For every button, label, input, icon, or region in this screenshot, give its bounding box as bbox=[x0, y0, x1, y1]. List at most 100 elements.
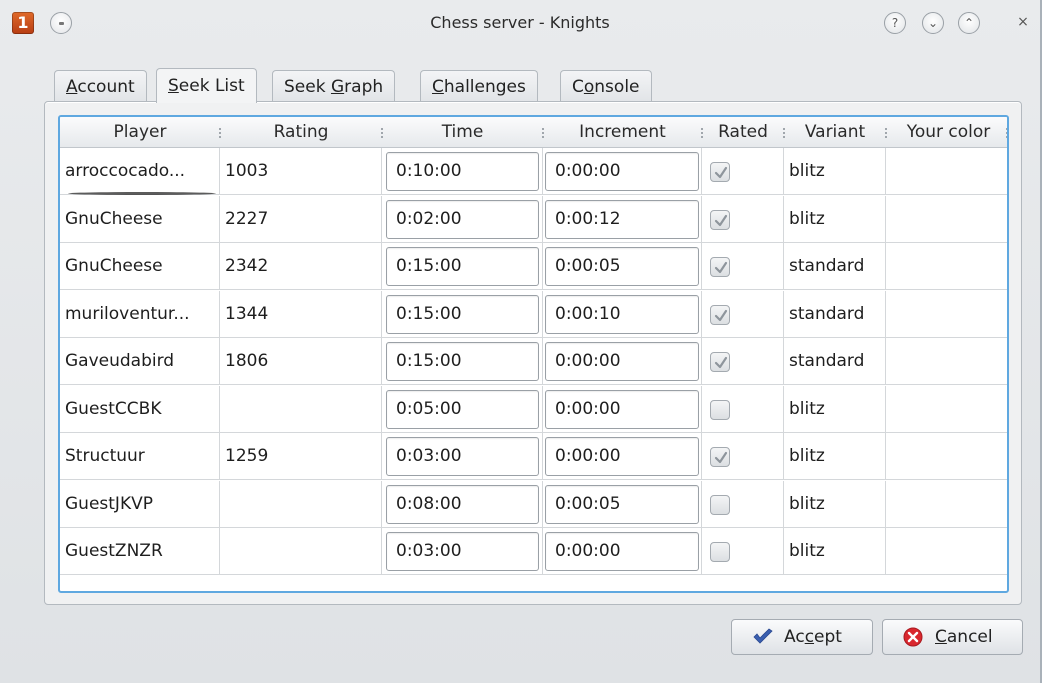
rated-cell bbox=[702, 480, 784, 528]
help-button[interactable]: ? bbox=[884, 12, 906, 34]
time-field[interactable]: 0:15:00 bbox=[386, 342, 539, 381]
maximize-button[interactable]: ⌃ bbox=[958, 12, 980, 34]
increment-field[interactable]: 0:00:00 bbox=[545, 389, 699, 429]
title-bar[interactable]: 1 Chess server - Knights ? ⌄ ⌃ × bbox=[0, 0, 1040, 46]
your-color-cell bbox=[886, 338, 1007, 385]
increment-field[interactable]: 0:00:00 bbox=[545, 152, 699, 191]
column-separator[interactable] bbox=[381, 127, 383, 139]
increment-field[interactable]: 0:00:05 bbox=[545, 484, 699, 524]
time-field[interactable]: 0:10:00 bbox=[386, 152, 539, 191]
column-header-player[interactable]: Player bbox=[60, 117, 220, 148]
rated-checkbox[interactable] bbox=[710, 447, 730, 467]
tab-challenges[interactable]: Challenges bbox=[420, 70, 538, 102]
table-row[interactable]: muriloventur... 1344 0:15:00 0:00:10 standar… bbox=[60, 290, 1007, 338]
tab-seek-list[interactable]: Seek List bbox=[156, 68, 257, 103]
table-row[interactable]: GuestZNZR 0:03:00 0:00:00 blitz bbox=[60, 528, 1007, 575]
time-field[interactable]: 0:05:00 bbox=[386, 389, 539, 429]
table-row[interactable]: GuestCCBK 0:05:00 0:00:00 blitz bbox=[60, 385, 1007, 433]
rated-checkbox[interactable] bbox=[710, 257, 730, 277]
increment-field[interactable]: 0:00:12 bbox=[545, 199, 699, 239]
minimize-button[interactable]: ⌄ bbox=[922, 12, 944, 34]
column-header-variant[interactable]: Variant bbox=[784, 117, 886, 148]
column-separator[interactable] bbox=[701, 127, 703, 139]
tab-seek-graph[interactable]: Seek Graph bbox=[272, 70, 396, 102]
table-row[interactable]: GuestJKVP 0:08:00 0:00:05 blitz bbox=[60, 480, 1007, 528]
increment-cell: 0:00:12 bbox=[543, 195, 702, 243]
table-row[interactable]: Structuur 1259 0:03:00 0:00:00 blitz bbox=[60, 433, 1007, 480]
rated-checkbox[interactable] bbox=[710, 542, 730, 562]
rated-checkbox[interactable] bbox=[710, 209, 730, 230]
time-cell: 0:08:00 bbox=[382, 480, 543, 528]
time-field[interactable]: 0:03:00 bbox=[386, 532, 539, 571]
increment-cell: 0:00:00 bbox=[543, 148, 702, 195]
increment-field[interactable]: 0:00:00 bbox=[545, 532, 699, 571]
rated-cell bbox=[702, 338, 784, 385]
time-cell: 0:15:00 bbox=[382, 338, 543, 385]
tab-account[interactable]: Account bbox=[54, 70, 147, 102]
seek-table[interactable]: Player Rating Time Increment Rated Variant You… bbox=[58, 115, 1009, 593]
increment-field[interactable]: 0:00:00 bbox=[545, 342, 699, 381]
time-cell: 0:02:00 bbox=[382, 195, 543, 243]
rated-cell bbox=[702, 385, 784, 433]
help-icon: ? bbox=[891, 16, 899, 30]
dialog-window: 1 Chess server - Knights ? ⌄ ⌃ × Account… bbox=[0, 0, 1042, 683]
rated-checkbox[interactable] bbox=[710, 304, 730, 325]
time-cell: 0:15:00 bbox=[382, 290, 543, 338]
column-header-rated[interactable]: Rated bbox=[702, 117, 784, 148]
your-color-cell bbox=[886, 433, 1007, 480]
table-row[interactable]: arroccocado... 1003 0:10:00 0:00:00 blitz bbox=[60, 148, 1007, 195]
time-field[interactable]: 0:15:00 bbox=[386, 247, 539, 286]
increment-field[interactable]: 0:00:10 bbox=[545, 294, 699, 334]
column-separator[interactable] bbox=[885, 127, 887, 139]
column-header-increment[interactable]: Increment bbox=[543, 117, 702, 148]
table-row[interactable]: GnuCheese 2227 0:02:00 0:00:12 blitz bbox=[60, 195, 1007, 243]
time-field[interactable]: 0:03:00 bbox=[386, 437, 539, 476]
player-cell: GuestZNZR bbox=[60, 528, 220, 575]
increment-cell: 0:00:00 bbox=[543, 385, 702, 433]
rating-cell bbox=[220, 480, 382, 528]
variant-cell: standard bbox=[784, 290, 886, 338]
increment-field[interactable]: 0:00:00 bbox=[545, 437, 699, 476]
player-cell: GuestJKVP bbox=[60, 480, 220, 528]
increment-cell: 0:00:05 bbox=[543, 480, 702, 528]
rated-cell bbox=[702, 243, 784, 290]
column-separator[interactable] bbox=[783, 127, 785, 139]
column-separator[interactable] bbox=[1006, 127, 1007, 139]
time-field[interactable]: 0:08:00 bbox=[386, 484, 539, 524]
rating-cell: 1344 bbox=[220, 290, 382, 338]
table-row[interactable]: Gaveudabird 1806 0:15:00 0:00:00 standard bbox=[60, 338, 1007, 385]
checkmark-icon bbox=[714, 261, 728, 274]
checkmark-icon bbox=[714, 356, 728, 369]
rating-cell: 1806 bbox=[220, 338, 382, 385]
column-header-rating[interactable]: Rating bbox=[220, 117, 382, 148]
rated-checkbox[interactable] bbox=[710, 399, 730, 420]
column-header-your-color[interactable]: Your color bbox=[886, 117, 1007, 148]
table-header: Player Rating Time Increment Rated Variant You… bbox=[60, 117, 1007, 148]
variant-cell: blitz bbox=[784, 480, 886, 528]
time-field[interactable]: 0:02:00 bbox=[386, 199, 539, 239]
rating-cell: 2227 bbox=[220, 195, 382, 243]
accept-button[interactable]: Accept bbox=[731, 619, 873, 655]
rated-checkbox[interactable] bbox=[710, 162, 730, 182]
cancel-button[interactable]: Cancel bbox=[882, 619, 1023, 655]
time-field[interactable]: 0:15:00 bbox=[386, 294, 539, 334]
increment-cell: 0:00:10 bbox=[543, 290, 702, 338]
checkmark-icon bbox=[753, 628, 773, 644]
rated-checkbox[interactable] bbox=[710, 352, 730, 372]
variant-cell: blitz bbox=[784, 433, 886, 480]
increment-cell: 0:00:00 bbox=[543, 338, 702, 385]
close-button[interactable]: × bbox=[1012, 12, 1034, 34]
increment-cell: 0:00:00 bbox=[543, 528, 702, 575]
checkmark-icon bbox=[714, 214, 728, 226]
table-row[interactable]: GnuCheese 2342 0:15:00 0:00:05 standard bbox=[60, 243, 1007, 290]
variant-cell: blitz bbox=[784, 528, 886, 575]
rated-checkbox[interactable] bbox=[710, 494, 730, 515]
increment-cell: 0:00:05 bbox=[543, 243, 702, 290]
column-separator[interactable] bbox=[219, 127, 221, 139]
column-separator[interactable] bbox=[542, 127, 544, 139]
column-header-time[interactable]: Time bbox=[382, 117, 543, 148]
time-cell: 0:05:00 bbox=[382, 385, 543, 433]
your-color-cell bbox=[886, 481, 1007, 528]
tab-console[interactable]: Console bbox=[560, 70, 652, 102]
increment-field[interactable]: 0:00:05 bbox=[545, 247, 699, 286]
